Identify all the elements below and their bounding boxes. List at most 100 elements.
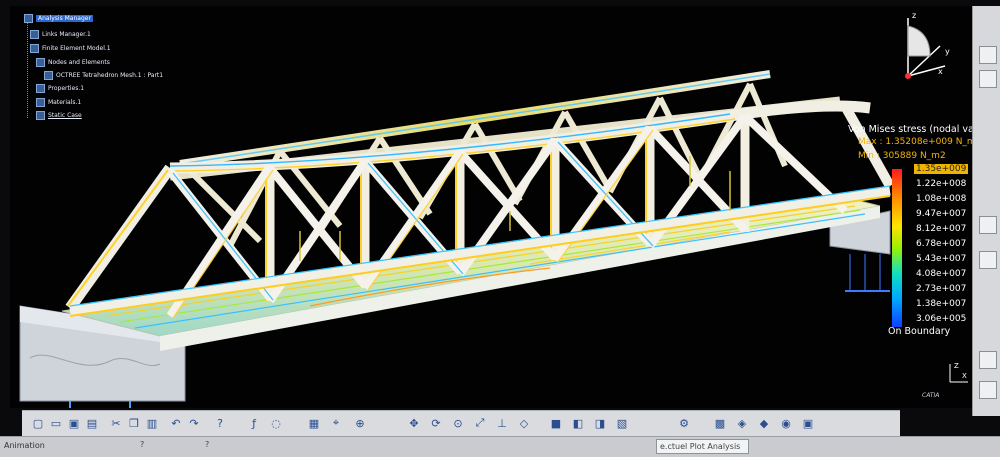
compass-widget[interactable]: z x y xyxy=(890,6,960,86)
copy-icon[interactable]: ❐ xyxy=(126,415,142,431)
analysis-tools-icon[interactable]: ▣ xyxy=(800,415,816,431)
legend-value: 9.47e+007 xyxy=(916,209,967,219)
compass-plane xyxy=(907,25,931,57)
right-tool-5-icon[interactable] xyxy=(979,351,997,369)
tree-item-label: Nodes and Elements xyxy=(48,59,110,66)
zoom-in-icon[interactable]: ⊕ xyxy=(352,415,368,431)
legend-value: 1.38e+007 xyxy=(916,299,967,309)
legend-title: Von Mises stress (nodal values). xyxy=(848,124,972,135)
compass-z-label: z xyxy=(912,11,916,20)
print-icon[interactable]: ▤ xyxy=(84,415,100,431)
legend-value: 6.78e+007 xyxy=(916,239,967,249)
tree-item-label: Properties.1 xyxy=(48,85,85,92)
stress-legend: Von Mises stress (nodal values). Max : 1… xyxy=(848,124,972,344)
corner-axis-z: Z xyxy=(954,362,959,370)
nodes-elements-icon xyxy=(36,58,45,67)
hide-show-icon[interactable]: ◧ xyxy=(570,415,586,431)
bridge-deck xyxy=(61,195,881,337)
fit-all-icon[interactable]: ⤢ xyxy=(472,415,488,431)
tree-item-octree-mesh[interactable]: OCTREE Tetrahedron Mesh.1 : Part1 xyxy=(44,71,163,80)
tree-item-analysis-manager[interactable]: Analysis Manager xyxy=(24,14,93,23)
legend-value: 3.06e+005 xyxy=(916,314,967,324)
status-help: ? xyxy=(140,440,145,449)
comment-icon[interactable]: ◌ xyxy=(268,415,284,431)
rotate-icon[interactable]: ⟳ xyxy=(428,415,444,431)
tree-item-links-manager[interactable]: Links Manager.1 xyxy=(30,30,91,39)
corner-axis-x: X xyxy=(962,372,967,380)
legend-value: 8.12e+007 xyxy=(916,224,967,234)
view-iso-icon[interactable]: ◇ xyxy=(516,415,532,431)
tree-connector xyxy=(27,22,28,118)
legend-min: Min : 305889 N_m2 xyxy=(858,151,946,161)
monitor-frame: Analysis Manager Links Manager.1 Finite … xyxy=(0,0,1000,457)
open-icon[interactable]: ▭ xyxy=(48,415,64,431)
mesh-icon[interactable]: ▩ xyxy=(712,415,728,431)
properties-icon xyxy=(36,84,45,93)
stress-icon[interactable]: ◆ xyxy=(756,415,772,431)
pan-icon[interactable]: ✥ xyxy=(406,415,422,431)
materials-icon xyxy=(36,98,45,107)
compass-x-label: x xyxy=(938,67,943,76)
right-toolbar xyxy=(972,6,1000,416)
analysis-manager-icon xyxy=(24,14,33,23)
tree-item-finite-element-model[interactable]: Finite Element Model.1 xyxy=(30,44,111,53)
displacement-icon[interactable]: ◉ xyxy=(778,415,794,431)
compute-icon[interactable]: ⚙ xyxy=(676,415,692,431)
right-tool-2-icon[interactable] xyxy=(979,70,997,88)
tree-item-label: Links Manager.1 xyxy=(42,31,91,38)
bottom-toolbar: ▢ ▭ ▣ ▤ ✂ ❐ ▥ ↶ ↷ ? ƒ ◌ ▦ ⌖ ⊕ ✥ ⟳ ⊙ ⤢ ⊥ … xyxy=(22,410,900,437)
specification-tree: Analysis Manager Links Manager.1 Finite … xyxy=(24,14,244,124)
swap-icon[interactable]: ◨ xyxy=(592,415,608,431)
paste-icon[interactable]: ▥ xyxy=(144,415,160,431)
normal-view-icon[interactable]: ⊥ xyxy=(494,415,510,431)
legend-value: 5.43e+007 xyxy=(916,254,967,264)
shading-icon[interactable]: ■ xyxy=(548,415,564,431)
status-bar: Animation ? ? e.ctuel Plot Analysis xyxy=(0,436,1000,457)
undo-icon[interactable]: ↶ xyxy=(168,415,184,431)
whats-this-icon[interactable]: ? xyxy=(212,415,228,431)
right-tool-6-icon[interactable] xyxy=(979,381,997,399)
deformation-icon[interactable]: ◈ xyxy=(734,415,750,431)
legend-value: 1.22e+008 xyxy=(916,179,967,189)
legend-max: Max : 1.35208e+009 N_m2 xyxy=(858,137,972,147)
save-icon[interactable]: ▣ xyxy=(66,415,82,431)
tree-item-label: Analysis Manager xyxy=(36,15,93,22)
static-case-icon xyxy=(36,111,45,120)
zoom-area-icon[interactable]: ⊙ xyxy=(450,415,466,431)
table-icon[interactable]: ▦ xyxy=(306,415,322,431)
redo-icon[interactable]: ↷ xyxy=(186,415,202,431)
tree-item-static-case[interactable]: Static Case xyxy=(36,111,82,120)
status-text: Animation xyxy=(4,441,45,450)
cut-icon[interactable]: ✂ xyxy=(108,415,124,431)
tree-item-label: OCTREE Tetrahedron Mesh.1 : Part1 xyxy=(56,72,164,79)
tree-item-nodes-and-elements[interactable]: Nodes and Elements xyxy=(36,58,110,67)
status-help-2: ? xyxy=(205,440,210,449)
image-icon[interactable]: ▧ xyxy=(614,415,630,431)
legend-color-bar xyxy=(892,169,902,327)
legend-value: 4.08e+007 xyxy=(916,269,967,279)
formula-icon[interactable]: ƒ xyxy=(246,415,262,431)
corner-axis-icon: Z X xyxy=(949,362,968,383)
legend-value: 1.35e+009 xyxy=(914,164,969,174)
tree-item-properties[interactable]: Properties.1 xyxy=(36,84,84,93)
near-bottom-chord xyxy=(69,186,891,316)
compass-origin xyxy=(905,73,911,79)
catia-logo: CATIA xyxy=(922,392,940,399)
mesh-icon xyxy=(44,71,53,80)
compass-y-label: y xyxy=(945,47,950,56)
snap-icon[interactable]: ⌖ xyxy=(328,415,344,431)
legend-value: 1.08e+008 xyxy=(916,194,967,204)
tree-item-label: Static Case xyxy=(48,112,82,119)
new-icon[interactable]: ▢ xyxy=(30,415,46,431)
tree-item-label: Finite Element Model.1 xyxy=(42,45,111,52)
links-manager-icon xyxy=(30,30,39,39)
command-input[interactable]: e.ctuel Plot Analysis xyxy=(656,439,749,454)
tree-item-materials[interactable]: Materials.1 xyxy=(36,98,81,107)
legend-footer: On Boundary xyxy=(888,326,951,337)
3d-viewport[interactable]: Analysis Manager Links Manager.1 Finite … xyxy=(10,6,972,408)
legend-value: 2.73e+007 xyxy=(916,284,967,294)
right-tool-1-icon[interactable] xyxy=(979,46,997,64)
right-tool-4-icon[interactable] xyxy=(979,251,997,269)
right-tool-3-icon[interactable] xyxy=(979,216,997,234)
tree-item-label: Materials.1 xyxy=(48,99,82,106)
